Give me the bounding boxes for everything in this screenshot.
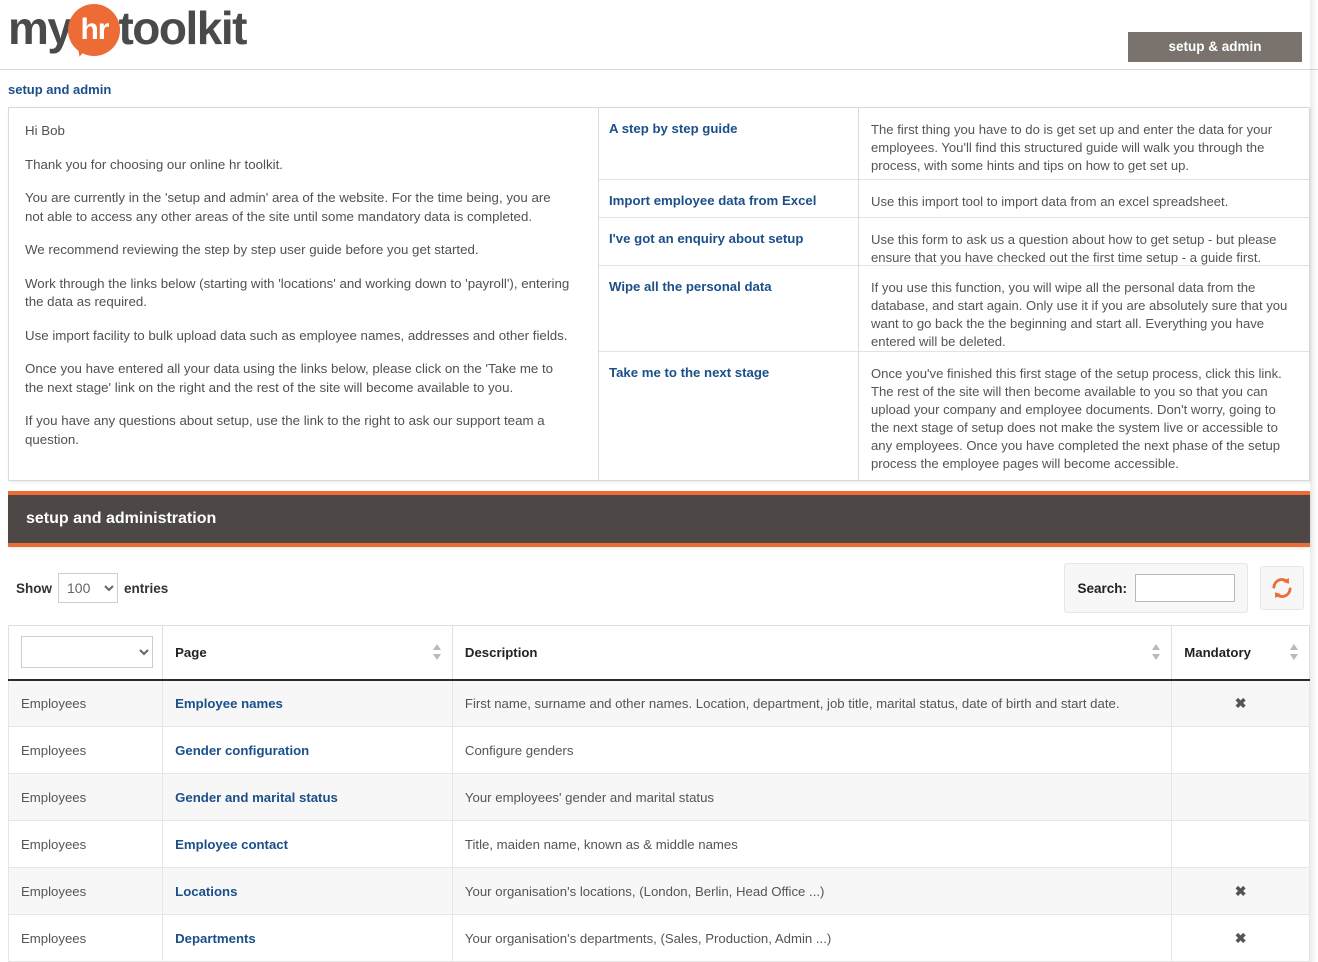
welcome-text-block: Hi Bob Thank you for choosing our online… bbox=[9, 108, 599, 480]
table-toolbar: Show 100 10 25 50 entries Search: bbox=[8, 547, 1310, 625]
cell-page: Departments bbox=[162, 914, 453, 962]
table-row: Employees Departments Your organisation'… bbox=[7, 914, 1310, 962]
table-header-row: Employees Company Payroll Page Descripti… bbox=[7, 625, 1310, 681]
column-label-page: Page bbox=[175, 644, 207, 660]
sort-icon bbox=[1290, 644, 1299, 661]
search-control: Search: bbox=[1064, 563, 1248, 613]
speech-bubble-icon: hr bbox=[68, 4, 121, 59]
cell-page: Gender configuration bbox=[162, 726, 453, 774]
page-link-departments[interactable]: Departments bbox=[175, 931, 256, 946]
cell-page: Employee contact bbox=[162, 820, 453, 868]
table-row: Employees Employee names First name, sur… bbox=[7, 679, 1310, 727]
link-step-by-step-guide[interactable]: A step by step guide bbox=[599, 108, 858, 180]
page-link-gender-configuration[interactable]: Gender configuration bbox=[175, 743, 309, 758]
brand-logo: my hr toolkit bbox=[8, 0, 247, 59]
logo-text-toolkit: toolkit bbox=[118, 2, 247, 54]
toolbar-right-group: Search: bbox=[1064, 563, 1304, 613]
column-header-description[interactable]: Description bbox=[451, 625, 1173, 681]
search-label: Search: bbox=[1077, 580, 1127, 596]
section-title: setup and administration bbox=[26, 510, 217, 527]
cell-description: Title, maiden name, known as & middle na… bbox=[451, 820, 1173, 868]
table-row: Employees Gender configuration Configure… bbox=[7, 726, 1310, 774]
link-enquiry-about-setup[interactable]: I've got an enquiry about setup bbox=[599, 218, 858, 266]
description-import-employee-data: Use this import tool to import data from… bbox=[859, 180, 1309, 218]
page-edge-shadow bbox=[1310, 0, 1318, 962]
link-take-me-next-stage[interactable]: Take me to the next stage bbox=[599, 352, 858, 480]
link-wipe-personal-data[interactable]: Wipe all the personal data bbox=[599, 266, 858, 352]
refresh-icon bbox=[1272, 577, 1292, 599]
sort-icon bbox=[432, 644, 442, 661]
description-enquiry-about-setup: Use this form to ask us a question about… bbox=[859, 218, 1309, 266]
column-header-mandatory[interactable]: Mandatory bbox=[1171, 625, 1310, 681]
section-header-bar: setup and administration bbox=[8, 491, 1310, 547]
cell-description: Your organisation's departments, (Sales,… bbox=[451, 914, 1173, 962]
column-label-mandatory: Mandatory bbox=[1184, 644, 1251, 660]
welcome-paragraph: You are currently in the 'setup and admi… bbox=[25, 190, 551, 224]
cell-description: Your employees' gender and marital statu… bbox=[451, 773, 1173, 821]
cell-mandatory: ✖ bbox=[1171, 914, 1310, 962]
welcome-paragraph: Once you have entered all your data usin… bbox=[25, 361, 554, 395]
setup-info-panel: Hi Bob Thank you for choosing our online… bbox=[8, 107, 1310, 481]
cell-description: Your organisation's locations, (London, … bbox=[451, 867, 1173, 915]
table-row: Employees Employee contact Title, maiden… bbox=[7, 820, 1310, 868]
quick-links-column: A step by step guide Import employee dat… bbox=[599, 108, 859, 480]
page-length-select[interactable]: 100 10 25 50 bbox=[58, 573, 118, 603]
description-wipe-personal-data: If you use this function, you will wipe … bbox=[859, 266, 1309, 352]
cell-mandatory bbox=[1171, 726, 1310, 774]
cell-category: Employees bbox=[7, 773, 164, 821]
setup-table-area: Show 100 10 25 50 entries Search: bbox=[7, 547, 1310, 962]
cell-mandatory: ✖ bbox=[1171, 679, 1310, 727]
table-row: Employees Gender and marital status Your… bbox=[7, 773, 1310, 821]
logo-text-hr: hr bbox=[80, 13, 109, 46]
cell-category: Employees bbox=[7, 914, 164, 962]
welcome-paragraph: Hi Bob bbox=[25, 123, 65, 138]
quick-links-descriptions: The first thing you have to do is get se… bbox=[859, 108, 1309, 480]
welcome-paragraph: We recommend reviewing the step by step … bbox=[25, 242, 479, 257]
page-link-employee-names[interactable]: Employee names bbox=[175, 696, 283, 711]
welcome-paragraph: Use import facility to bulk upload data … bbox=[25, 327, 568, 343]
description-take-me-next-stage: Once you've finished this first stage of… bbox=[871, 366, 1282, 471]
logo-text-my: my bbox=[8, 2, 73, 54]
description-step-by-step-guide: The first thing you have to do is get se… bbox=[859, 108, 1309, 180]
page-link-employee-contact[interactable]: Employee contact bbox=[175, 837, 288, 852]
refresh-button[interactable] bbox=[1260, 566, 1304, 610]
link-import-employee-data[interactable]: Import employee data from Excel bbox=[599, 180, 858, 218]
breadcrumb[interactable]: setup and admin bbox=[0, 70, 1318, 107]
page-link-gender-marital-status[interactable]: Gender and marital status bbox=[175, 790, 338, 805]
page-root: my hr toolkit setup & admin setup and admi… bbox=[0, 0, 1318, 962]
cell-category: Employees bbox=[7, 820, 164, 868]
column-label-description: Description bbox=[464, 644, 538, 660]
cell-mandatory: ✖ bbox=[1171, 867, 1310, 915]
cell-mandatory bbox=[1171, 820, 1310, 868]
search-input[interactable] bbox=[1135, 574, 1235, 602]
cell-page: Employee names bbox=[162, 679, 453, 727]
cell-page: Locations bbox=[162, 867, 453, 915]
welcome-paragraph: Thank you for choosing our online hr too… bbox=[25, 156, 283, 172]
sort-icon bbox=[1152, 644, 1161, 661]
category-filter-select[interactable]: Employees Company Payroll bbox=[21, 636, 153, 669]
table-body: Employees Employee names First name, sur… bbox=[7, 679, 1310, 962]
cell-category: Employees bbox=[7, 726, 164, 774]
cell-category: Employees bbox=[7, 679, 164, 727]
show-label: Show bbox=[16, 580, 52, 596]
welcome-paragraph: If you have any questions about setup, u… bbox=[25, 413, 545, 447]
table-head: Employees Company Payroll Page Descripti… bbox=[7, 625, 1310, 681]
column-header-page[interactable]: Page bbox=[162, 625, 453, 681]
page-length-control: Show 100 10 25 50 entries bbox=[16, 573, 168, 603]
cell-description: Configure genders bbox=[451, 726, 1173, 774]
setup-admin-button[interactable]: setup & admin bbox=[1128, 32, 1302, 62]
table-row: Employees Locations Your organisation's … bbox=[7, 867, 1310, 915]
entries-label: entries bbox=[124, 580, 169, 596]
cell-description: First name, surname and other names. Loc… bbox=[451, 679, 1173, 727]
cell-page: Gender and marital status bbox=[162, 773, 453, 821]
setup-pages-table: Employees Company Payroll Page Descripti… bbox=[7, 625, 1310, 962]
column-header-filter: Employees Company Payroll bbox=[7, 625, 164, 681]
welcome-paragraph: Work through the links below (starting w… bbox=[25, 275, 570, 310]
cell-category: Employees bbox=[7, 867, 164, 915]
cell-mandatory bbox=[1171, 773, 1310, 821]
page-link-locations[interactable]: Locations bbox=[175, 884, 237, 899]
site-header: my hr toolkit setup & admin bbox=[0, 0, 1318, 70]
